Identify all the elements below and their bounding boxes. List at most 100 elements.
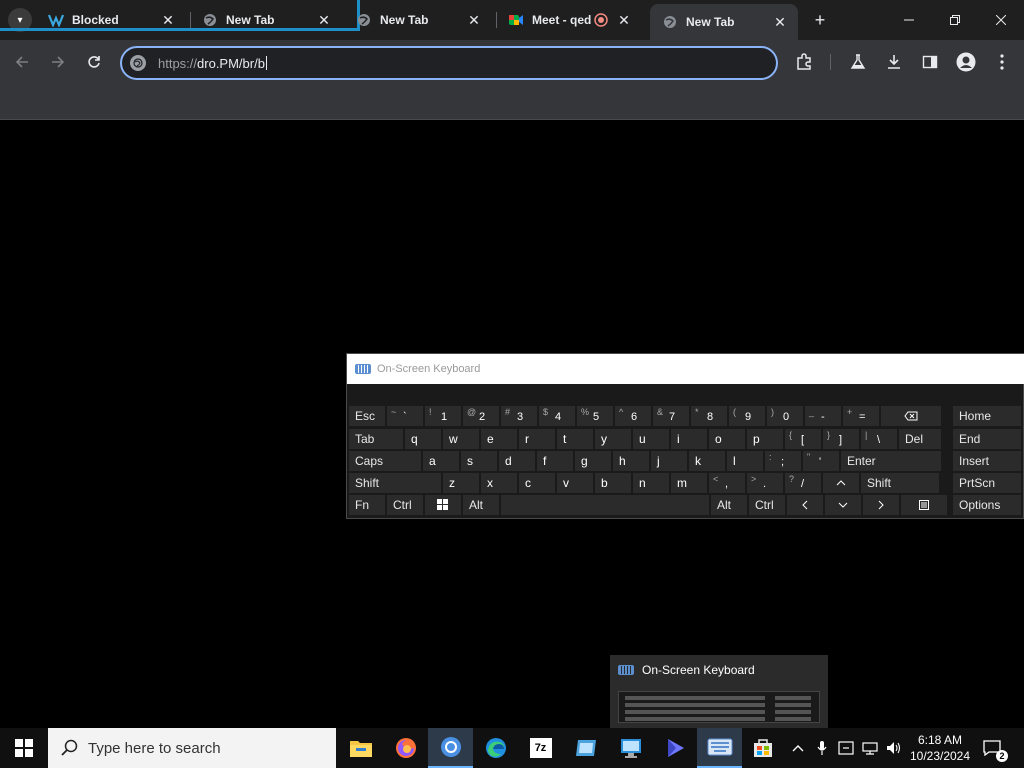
key-2[interactable]: @2 <box>463 406 499 426</box>
key-.[interactable]: >. <box>747 473 783 493</box>
chrome-icon[interactable] <box>428 728 473 768</box>
remote-desktop-icon[interactable] <box>608 728 653 768</box>
security-icon[interactable] <box>836 728 856 768</box>
side-panel-icon[interactable] <box>918 50 942 74</box>
key-b[interactable]: b <box>595 473 631 493</box>
extensions-icon[interactable] <box>792 50 816 74</box>
key-r[interactable]: r <box>519 429 555 449</box>
key-q[interactable]: q <box>405 429 441 449</box>
microphone-icon[interactable] <box>812 728 832 768</box>
key-4[interactable]: $4 <box>539 406 575 426</box>
key-k[interactable]: k <box>689 451 725 471</box>
key-o[interactable]: o <box>709 429 745 449</box>
key-windows[interactable] <box>425 495 461 515</box>
close-icon[interactable]: ✕ <box>466 12 482 28</box>
key-z[interactable]: z <box>443 473 479 493</box>
key-e[interactable]: e <box>481 429 517 449</box>
key-0[interactable]: ) 0 <box>767 406 803 426</box>
key-menu[interactable] <box>901 495 947 515</box>
taskbar-search-box[interactable]: Type here to search <box>48 728 336 768</box>
key-t[interactable]: t <box>557 429 593 449</box>
key-ctrl-left[interactable]: Ctrl <box>387 495 423 515</box>
close-icon[interactable]: ✕ <box>316 12 332 28</box>
close-window-button[interactable] <box>978 0 1024 40</box>
downloads-icon[interactable] <box>882 50 906 74</box>
tab-new-tab-1[interactable]: New Tab ✕ <box>190 0 342 40</box>
on-screen-keyboard-icon[interactable] <box>697 728 742 768</box>
key-7[interactable]: & 7 <box>653 406 689 426</box>
key-p[interactable]: p <box>747 429 783 449</box>
close-icon[interactable]: ✕ <box>772 14 788 30</box>
key-[[interactable]: {[ <box>785 429 821 449</box>
key-l[interactable]: l <box>727 451 763 471</box>
key-j[interactable]: j <box>651 451 687 471</box>
7zip-icon[interactable]: 7z <box>518 728 563 768</box>
key-space[interactable] <box>501 495 709 515</box>
key-i[interactable]: i <box>671 429 707 449</box>
app-icon[interactable] <box>563 728 608 768</box>
key-5[interactable]: % 5 <box>577 406 613 426</box>
key-fn[interactable]: Fn <box>349 495 385 515</box>
key-del[interactable]: Del <box>899 429 941 449</box>
tab-new-tab-2[interactable]: New Tab ✕ <box>344 0 492 40</box>
key-'[interactable]: " ' <box>803 451 839 471</box>
key-\[interactable]: | \ <box>861 429 897 449</box>
key-alt-right[interactable]: Alt <box>711 495 747 515</box>
key-insert[interactable]: Insert <box>953 451 1021 471</box>
key-g[interactable]: g <box>575 451 611 471</box>
network-icon[interactable] <box>860 728 880 768</box>
key-v[interactable]: v <box>557 473 593 493</box>
minimize-button[interactable] <box>886 0 932 40</box>
osk-title-bar[interactable]: On-Screen Keyboard <box>347 354 1024 384</box>
key-8[interactable]: * 8 <box>691 406 727 426</box>
key-end[interactable]: End <box>953 429 1021 449</box>
key-d[interactable]: d <box>499 451 535 471</box>
key-h[interactable]: h <box>613 451 649 471</box>
key-shift-left[interactable]: Shift <box>349 473 441 493</box>
menu-kebab-icon[interactable] <box>990 50 1014 74</box>
tab-blocked[interactable]: Blocked ✕ <box>36 0 186 40</box>
key-a[interactable]: a <box>423 451 459 471</box>
close-icon[interactable]: ✕ <box>616 12 632 28</box>
profile-avatar-icon[interactable] <box>954 50 978 74</box>
key-options[interactable]: Options <box>953 495 1021 515</box>
site-info-icon[interactable] <box>130 55 146 71</box>
start-button[interactable] <box>0 728 48 768</box>
file-explorer-icon[interactable] <box>338 728 383 768</box>
key-6[interactable]: ^ 6 <box>615 406 651 426</box>
key-x[interactable]: x <box>481 473 517 493</box>
key-right[interactable] <box>863 495 899 515</box>
taskbar-thumbnail-popup[interactable]: On-Screen Keyboard <box>610 655 828 728</box>
store-icon[interactable] <box>740 728 785 768</box>
system-clock[interactable]: 6:18 AM 10/23/2024 <box>906 732 974 764</box>
key-;[interactable]: :; <box>765 451 801 471</box>
notification-center-icon[interactable]: 2 <box>980 736 1008 762</box>
media-player-icon[interactable] <box>652 728 697 768</box>
forward-button[interactable] <box>46 50 70 74</box>
key-u[interactable]: u <box>633 429 669 449</box>
key-tab[interactable]: Tab <box>349 429 403 449</box>
key--[interactable]: _ - <box>805 406 841 426</box>
key-esc[interactable]: Esc <box>349 406 385 426</box>
key-,[interactable]: <, <box>709 473 745 493</box>
key-f[interactable]: f <box>537 451 573 471</box>
close-icon[interactable]: ✕ <box>160 12 176 28</box>
key-alt-left[interactable]: Alt <box>463 495 499 515</box>
key-home[interactable]: Home <box>953 406 1021 426</box>
key-m[interactable]: m <box>671 473 707 493</box>
key-y[interactable]: y <box>595 429 631 449</box>
key-w[interactable]: w <box>443 429 479 449</box>
tab-meet[interactable]: Meet - qed ✕ <box>496 0 644 40</box>
key-left[interactable] <box>787 495 823 515</box>
volume-icon[interactable] <box>884 728 904 768</box>
chevron-up-icon[interactable] <box>788 728 808 768</box>
key-][interactable]: }] <box>823 429 859 449</box>
tab-new-tab-active[interactable]: New Tab ✕ <box>650 4 798 40</box>
restore-button[interactable] <box>932 0 978 40</box>
key-up[interactable] <box>823 473 859 493</box>
key-=[interactable]: + = <box>843 406 879 426</box>
key-prtscn[interactable]: PrtScn <box>953 473 1021 493</box>
key-/[interactable]: ? / <box>785 473 821 493</box>
key-`[interactable]: ~ ` <box>387 406 423 426</box>
address-bar[interactable]: https://dro.PM/br/b <box>120 46 778 80</box>
